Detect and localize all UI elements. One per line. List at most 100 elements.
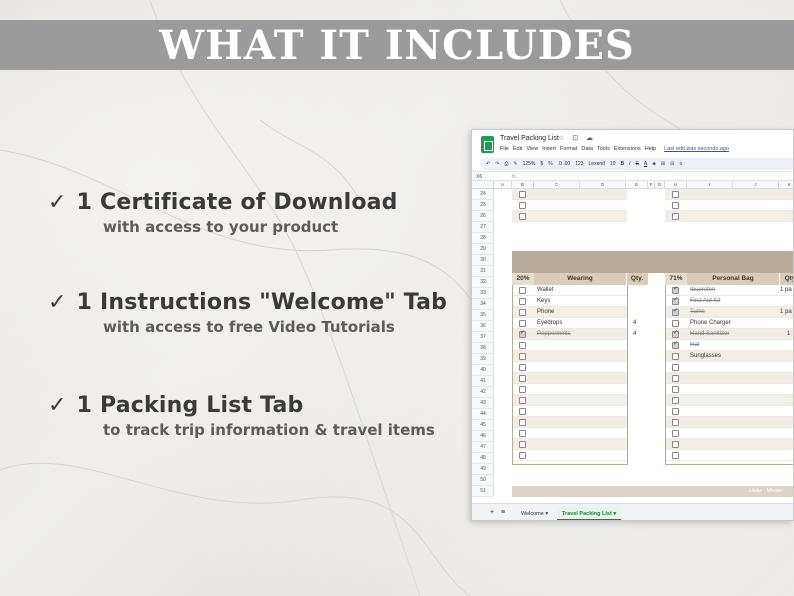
column-header[interactable]: H bbox=[665, 181, 687, 189]
menu-tools[interactable]: Tools bbox=[597, 146, 610, 152]
chevron-down-icon[interactable]: ▾ bbox=[613, 511, 616, 517]
print-icon[interactable]: ⎙ bbox=[504, 161, 508, 167]
zoom-select[interactable]: 125% bbox=[523, 161, 536, 167]
menu-view[interactable]: View bbox=[526, 146, 538, 152]
checkbox-checked[interactable] bbox=[519, 329, 526, 338]
italic-button[interactable]: I bbox=[629, 161, 630, 167]
checkbox[interactable] bbox=[672, 191, 679, 198]
checkbox[interactable] bbox=[672, 386, 679, 393]
row-number[interactable]: 28 bbox=[472, 233, 494, 244]
row-number[interactable]: 47 bbox=[472, 442, 494, 453]
checkbox-checked[interactable] bbox=[672, 329, 679, 338]
document-title[interactable]: Travel Packing List bbox=[500, 135, 559, 142]
column-header[interactable]: C bbox=[534, 181, 580, 189]
checkbox[interactable] bbox=[519, 375, 526, 382]
font-size-select[interactable]: 10 bbox=[610, 161, 616, 167]
checkbox[interactable] bbox=[519, 309, 526, 316]
checkbox[interactable] bbox=[672, 364, 679, 371]
personal-bag-item[interactable]: Hand Sanitizer bbox=[690, 329, 729, 340]
row-number[interactable]: 26 bbox=[472, 211, 494, 222]
fill-color-icon[interactable]: ◈ bbox=[652, 161, 656, 167]
sheets-app-icon[interactable] bbox=[481, 136, 494, 153]
wearing-item[interactable]: Peppermints bbox=[537, 329, 571, 340]
percent-button[interactable]: % bbox=[548, 161, 552, 167]
checkbox[interactable] bbox=[672, 419, 679, 426]
personal-bag-qty[interactable]: 1 bbox=[787, 329, 790, 340]
column-header[interactable]: D bbox=[580, 181, 626, 189]
personal-bag-item[interactable]: Phone Charger bbox=[690, 318, 731, 329]
checkbox[interactable] bbox=[672, 375, 679, 382]
checkbox[interactable] bbox=[519, 191, 526, 198]
checkbox[interactable] bbox=[672, 397, 679, 404]
text-color-button[interactable]: A bbox=[644, 161, 647, 167]
row-number[interactable]: 35 bbox=[472, 310, 494, 321]
checkbox-checked[interactable] bbox=[672, 340, 679, 349]
row-number[interactable]: 31 bbox=[472, 266, 494, 277]
wearing-qty[interactable]: 4 bbox=[633, 318, 636, 329]
wearing-qty[interactable]: 4 bbox=[633, 329, 636, 340]
column-header[interactable]: I bbox=[687, 181, 733, 189]
select-all-corner[interactable] bbox=[472, 181, 494, 189]
personal-bag-item[interactable]: Hat bbox=[690, 340, 699, 351]
column-header[interactable]: E bbox=[626, 181, 648, 189]
checkbox[interactable] bbox=[672, 202, 679, 209]
menu-format[interactable]: Format bbox=[560, 146, 577, 152]
checkbox[interactable] bbox=[519, 430, 526, 437]
currency-button[interactable]: $ bbox=[540, 161, 543, 167]
chevron-down-icon[interactable]: ▾ bbox=[545, 511, 548, 517]
paint-format-icon[interactable]: ✎ bbox=[513, 161, 517, 167]
checkbox-checked[interactable] bbox=[672, 285, 679, 294]
row-number[interactable]: 30 bbox=[472, 255, 494, 266]
number-format-select[interactable]: 123 bbox=[575, 161, 583, 167]
row-number[interactable]: 41 bbox=[472, 376, 494, 387]
tab-welcome[interactable]: Welcome ▾ bbox=[516, 507, 553, 520]
last-edit-link[interactable]: Last edit was seconds ago bbox=[664, 146, 729, 152]
cell-reference[interactable]: X6 bbox=[476, 174, 482, 180]
row-number[interactable]: 37 bbox=[472, 332, 494, 343]
font-select[interactable]: Lexend bbox=[589, 161, 605, 167]
checkbox[interactable] bbox=[672, 408, 679, 415]
checkbox[interactable] bbox=[519, 419, 526, 426]
checkbox[interactable] bbox=[519, 342, 526, 349]
personal-bag-item[interactable]: Tums bbox=[690, 307, 705, 318]
row-number[interactable]: 39 bbox=[472, 354, 494, 365]
column-header[interactable]: G bbox=[655, 181, 665, 189]
checkbox[interactable] bbox=[519, 408, 526, 415]
add-sheet-button[interactable]: + bbox=[490, 509, 494, 516]
row-number[interactable]: 36 bbox=[472, 321, 494, 332]
row-number[interactable]: 40 bbox=[472, 365, 494, 376]
personal-bag-item[interactable]: Ibuprofen bbox=[690, 285, 715, 296]
wearing-item[interactable]: Phone bbox=[537, 307, 554, 318]
checkbox[interactable] bbox=[672, 320, 679, 327]
checkbox[interactable] bbox=[672, 452, 679, 459]
checkbox[interactable] bbox=[519, 353, 526, 360]
personal-bag-item[interactable]: First Aid Kit bbox=[690, 296, 720, 307]
menu-data[interactable]: Data bbox=[581, 146, 593, 152]
bold-button[interactable]: B bbox=[620, 161, 624, 167]
merge-icon[interactable]: ⊟ bbox=[670, 161, 674, 167]
row-number[interactable]: 43 bbox=[472, 398, 494, 409]
personal-bag-item[interactable]: Sunglasses bbox=[690, 351, 721, 362]
menu-extensions[interactable]: Extensions bbox=[614, 146, 641, 152]
checkbox[interactable] bbox=[519, 386, 526, 393]
checkbox[interactable] bbox=[519, 364, 526, 371]
menu-edit[interactable]: Edit bbox=[513, 146, 522, 152]
personal-bag-qty[interactable]: 1 pa bbox=[780, 307, 792, 318]
wearing-item[interactable]: Eyedrops bbox=[537, 318, 562, 329]
checkbox[interactable] bbox=[519, 202, 526, 209]
column-header[interactable]: J bbox=[733, 181, 779, 189]
row-number[interactable]: 42 bbox=[472, 387, 494, 398]
personal-bag-qty[interactable]: 1 pa bbox=[780, 285, 792, 296]
checkbox[interactable] bbox=[519, 397, 526, 404]
menu-file[interactable]: File bbox=[500, 146, 509, 152]
row-number[interactable]: 50 bbox=[472, 475, 494, 486]
tab-travel-packing-list[interactable]: Travel Packing List ▾ bbox=[557, 507, 622, 520]
row-number[interactable]: 33 bbox=[472, 288, 494, 299]
checkbox[interactable] bbox=[672, 353, 679, 360]
checkbox[interactable] bbox=[519, 320, 526, 327]
row-number[interactable]: 38 bbox=[472, 343, 494, 354]
row-number[interactable]: 45 bbox=[472, 420, 494, 431]
row-number[interactable]: 51 bbox=[472, 486, 494, 497]
borders-icon[interactable]: ⊞ bbox=[661, 161, 665, 167]
row-number[interactable]: 25 bbox=[472, 200, 494, 211]
